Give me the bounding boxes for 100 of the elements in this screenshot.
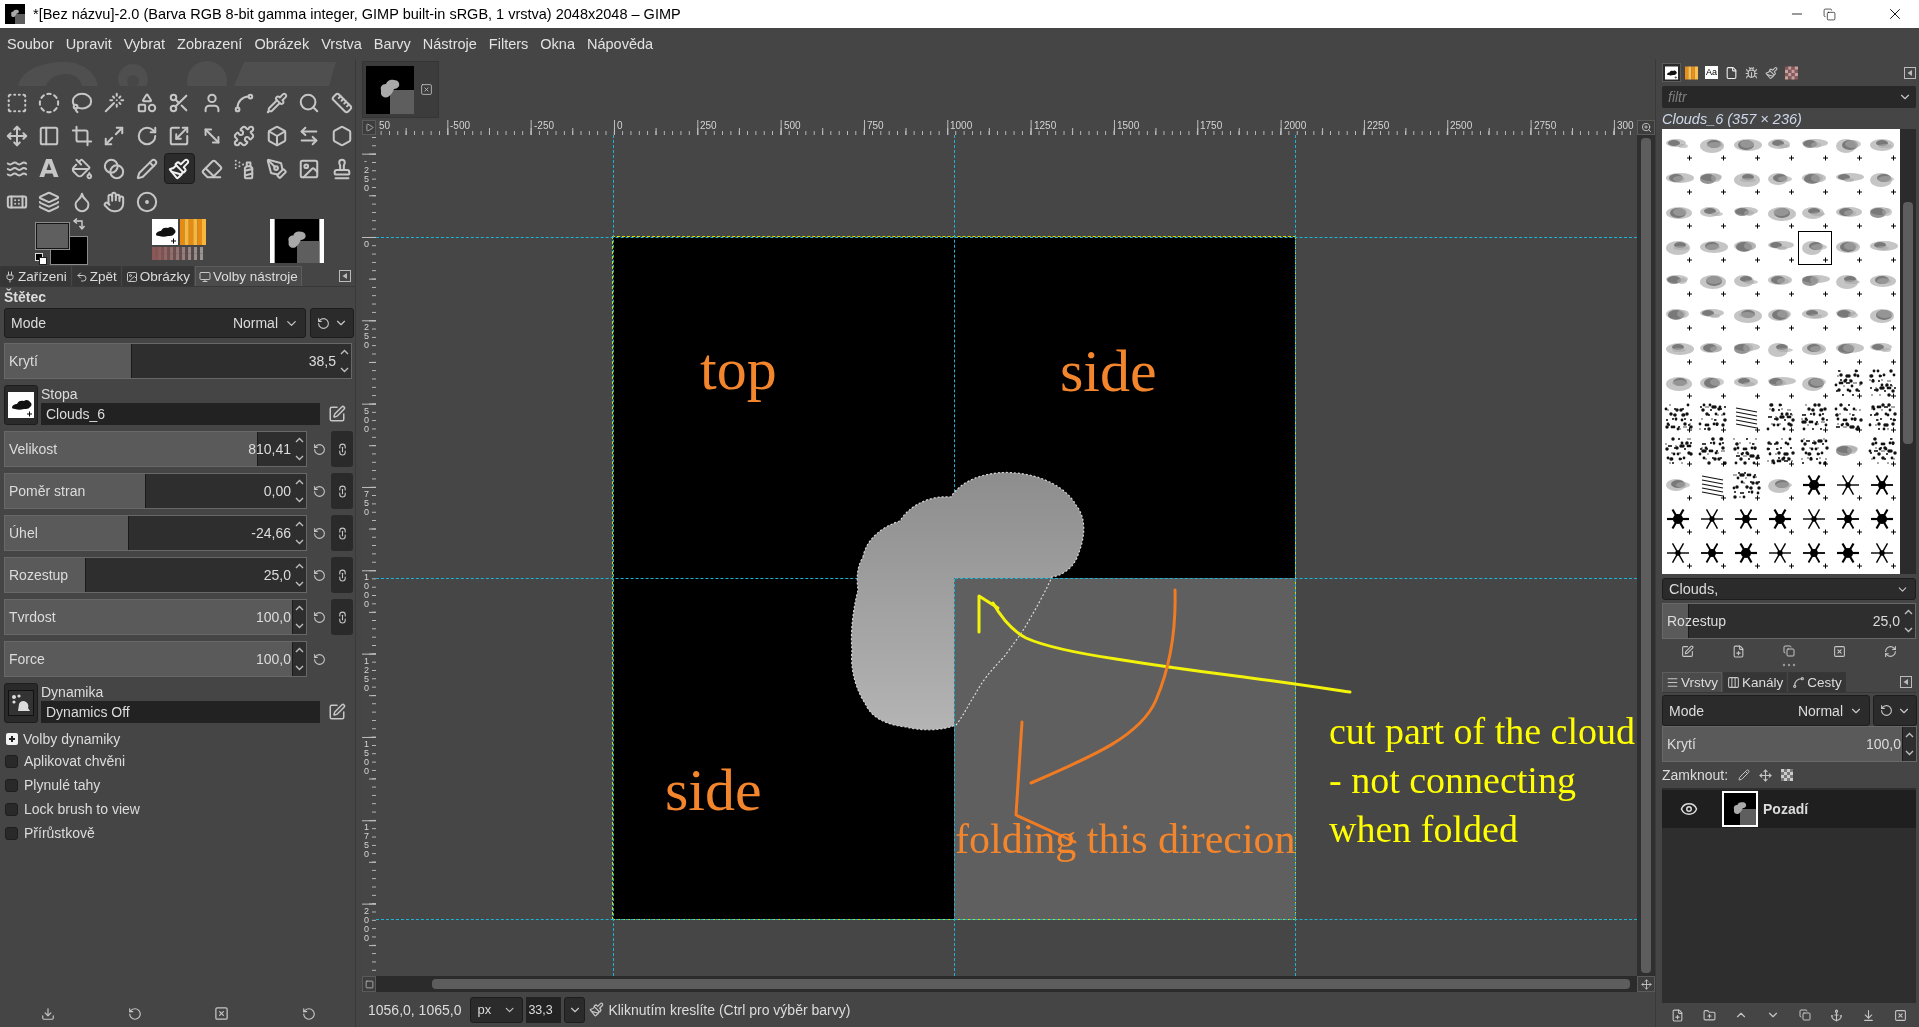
value-slider[interactable]: Poměr stran 0,00 — [4, 473, 307, 509]
menu-item[interactable]: Zobrazení — [171, 30, 249, 57]
reset-icon[interactable] — [312, 442, 326, 456]
dock-tab[interactable]: Volby nástroje — [195, 266, 302, 286]
filter-dropdown-button[interactable] — [1894, 86, 1916, 108]
mode-dropdown[interactable]: Mode Normal — [1662, 695, 1870, 726]
speckle-brush-icon[interactable] — [1832, 367, 1866, 401]
scrollbar-thumb[interactable] — [1641, 138, 1651, 973]
panel-menu-icon[interactable] — [1904, 66, 1916, 79]
layer-row[interactable]: Pozadí — [1662, 790, 1916, 828]
menu-item[interactable]: Barvy — [367, 30, 417, 57]
edit-icon[interactable] — [328, 405, 346, 423]
reset-mode-button[interactable] — [1873, 695, 1917, 726]
checkbox[interactable] — [5, 778, 18, 792]
zoom-dropdown-button[interactable] — [564, 996, 586, 1023]
delete-icon[interactable] — [214, 1006, 229, 1021]
mode-dropdown[interactable]: Mode Normal — [4, 308, 306, 338]
reset-icon[interactable] — [312, 652, 326, 666]
chain-button[interactable] — [331, 473, 353, 509]
speckle-brush-icon[interactable] — [1662, 435, 1696, 469]
opacity-slider[interactable]: Krytí 100,0 — [1662, 726, 1917, 762]
copy-icon[interactable] — [1798, 1009, 1811, 1021]
file-plus-icon[interactable] — [1731, 644, 1745, 658]
speckle-brush-icon[interactable] — [1866, 435, 1900, 469]
color-selector-icon[interactable] — [35, 218, 91, 265]
restore-icon[interactable] — [1822, 7, 1836, 21]
menu-item[interactable]: Nástroje — [416, 30, 483, 57]
tool-button[interactable]: A — [33, 153, 65, 184]
reset-icon[interactable] — [312, 484, 326, 498]
checkbox[interactable] — [5, 802, 18, 816]
brush-select-button[interactable] — [4, 385, 38, 425]
folder-plus-icon[interactable] — [1703, 1008, 1717, 1022]
menu-item[interactable]: Okna — [534, 30, 581, 57]
checker-icon[interactable] — [1781, 769, 1794, 781]
speckle-brush-icon[interactable] — [1866, 401, 1900, 435]
image-tab[interactable] — [362, 61, 439, 118]
vertical-scrollbar[interactable] — [1637, 135, 1655, 976]
dock-tab[interactable]: Obrázky — [121, 266, 195, 286]
horizontal-scrollbar[interactable] — [376, 976, 1637, 992]
copy-icon[interactable] — [1783, 645, 1795, 657]
zoom-field[interactable]: 33,3 — [526, 996, 562, 1023]
dock-tab[interactable]: Zařízeni — [0, 266, 71, 286]
menu-item[interactable]: Nápověda — [581, 30, 660, 57]
zoom-fit-button[interactable] — [1637, 120, 1655, 135]
menu-item[interactable]: Vybrat — [117, 30, 172, 57]
value-slider[interactable]: Tvrdost 100,0 — [4, 599, 307, 635]
restore-icon[interactable] — [127, 1006, 142, 1021]
edit-icon[interactable] — [1680, 644, 1694, 658]
reset-icon[interactable] — [312, 568, 326, 582]
speckle-brush-icon[interactable] — [1832, 401, 1866, 435]
dynamics-select-button[interactable] — [4, 683, 38, 723]
speckle-brush-icon[interactable] — [1696, 401, 1730, 435]
unit-dropdown[interactable]: px — [470, 996, 524, 1023]
speckle-brush-icon[interactable] — [1764, 435, 1798, 469]
dock-tab[interactable]: Aa — [1702, 63, 1721, 82]
dock-tab[interactable] — [1662, 63, 1681, 82]
value-slider[interactable]: Velikost 810,41 — [4, 431, 307, 467]
image-thumbnail[interactable] — [270, 219, 324, 263]
tool-button[interactable] — [163, 153, 195, 184]
cloud-brush-icon[interactable] — [1798, 231, 1832, 265]
opacity-slider[interactable]: Krytí 38,5 — [4, 343, 352, 379]
scrollbar-thumb[interactable] — [1903, 202, 1913, 444]
dock-tab[interactable]: Kanály — [1723, 672, 1788, 692]
chain-button[interactable] — [331, 515, 353, 551]
value-slider[interactable]: Rozestup 25,0 — [4, 557, 307, 593]
menu-item[interactable]: Filters — [482, 30, 535, 57]
scrollbar-thumb[interactable] — [432, 979, 1630, 989]
eye-icon[interactable] — [1680, 800, 1698, 818]
pencil-icon[interactable] — [1738, 769, 1751, 781]
quick-mask-button[interactable] — [362, 976, 376, 992]
value-slider[interactable]: Force 100,0 — [4, 641, 307, 677]
file-plus-icon[interactable] — [1671, 1008, 1685, 1022]
dock-tab[interactable]: Zpět — [71, 266, 121, 286]
ruler-menu-button[interactable] — [362, 120, 376, 135]
spacing-slider[interactable]: Rozestup 25,0 — [1662, 603, 1916, 639]
chain-button[interactable] — [331, 557, 353, 593]
speckle-brush-icon[interactable] — [1764, 401, 1798, 435]
brush-name-field[interactable]: Clouds_6 — [41, 402, 320, 425]
panel-menu-icon[interactable] — [339, 270, 351, 282]
reset-icon[interactable] — [301, 1006, 316, 1021]
reset-icon[interactable] — [312, 610, 326, 624]
menu-item[interactable]: Soubor — [1, 30, 60, 57]
filter-field[interactable]: filtr — [1662, 86, 1894, 108]
dynamics-name-field[interactable]: Dynamics Off — [41, 700, 320, 723]
tag-dropdown[interactable]: Clouds, — [1662, 578, 1916, 600]
download-icon[interactable] — [40, 1006, 55, 1021]
expander[interactable]: Volby dynamiky — [4, 729, 121, 749]
menu-item[interactable]: Vrstva — [315, 30, 368, 57]
refresh-icon[interactable] — [1884, 644, 1898, 658]
speckle-brush-icon[interactable] — [1730, 469, 1764, 503]
vertical-scrollbar[interactable] — [1900, 129, 1916, 574]
menu-item[interactable]: Obrázek — [248, 30, 316, 57]
checkbox[interactable] — [5, 754, 18, 768]
arrow-down-line-icon[interactable] — [1861, 1008, 1875, 1022]
speckle-brush-icon[interactable] — [1798, 435, 1832, 469]
chain-button[interactable] — [331, 431, 353, 467]
drag-handle-icon[interactable] — [1782, 663, 1796, 667]
delete-icon[interactable] — [1893, 1008, 1907, 1022]
dock-tab[interactable]: Cesty — [1788, 672, 1846, 692]
speckle-brush-icon[interactable] — [1662, 401, 1696, 435]
